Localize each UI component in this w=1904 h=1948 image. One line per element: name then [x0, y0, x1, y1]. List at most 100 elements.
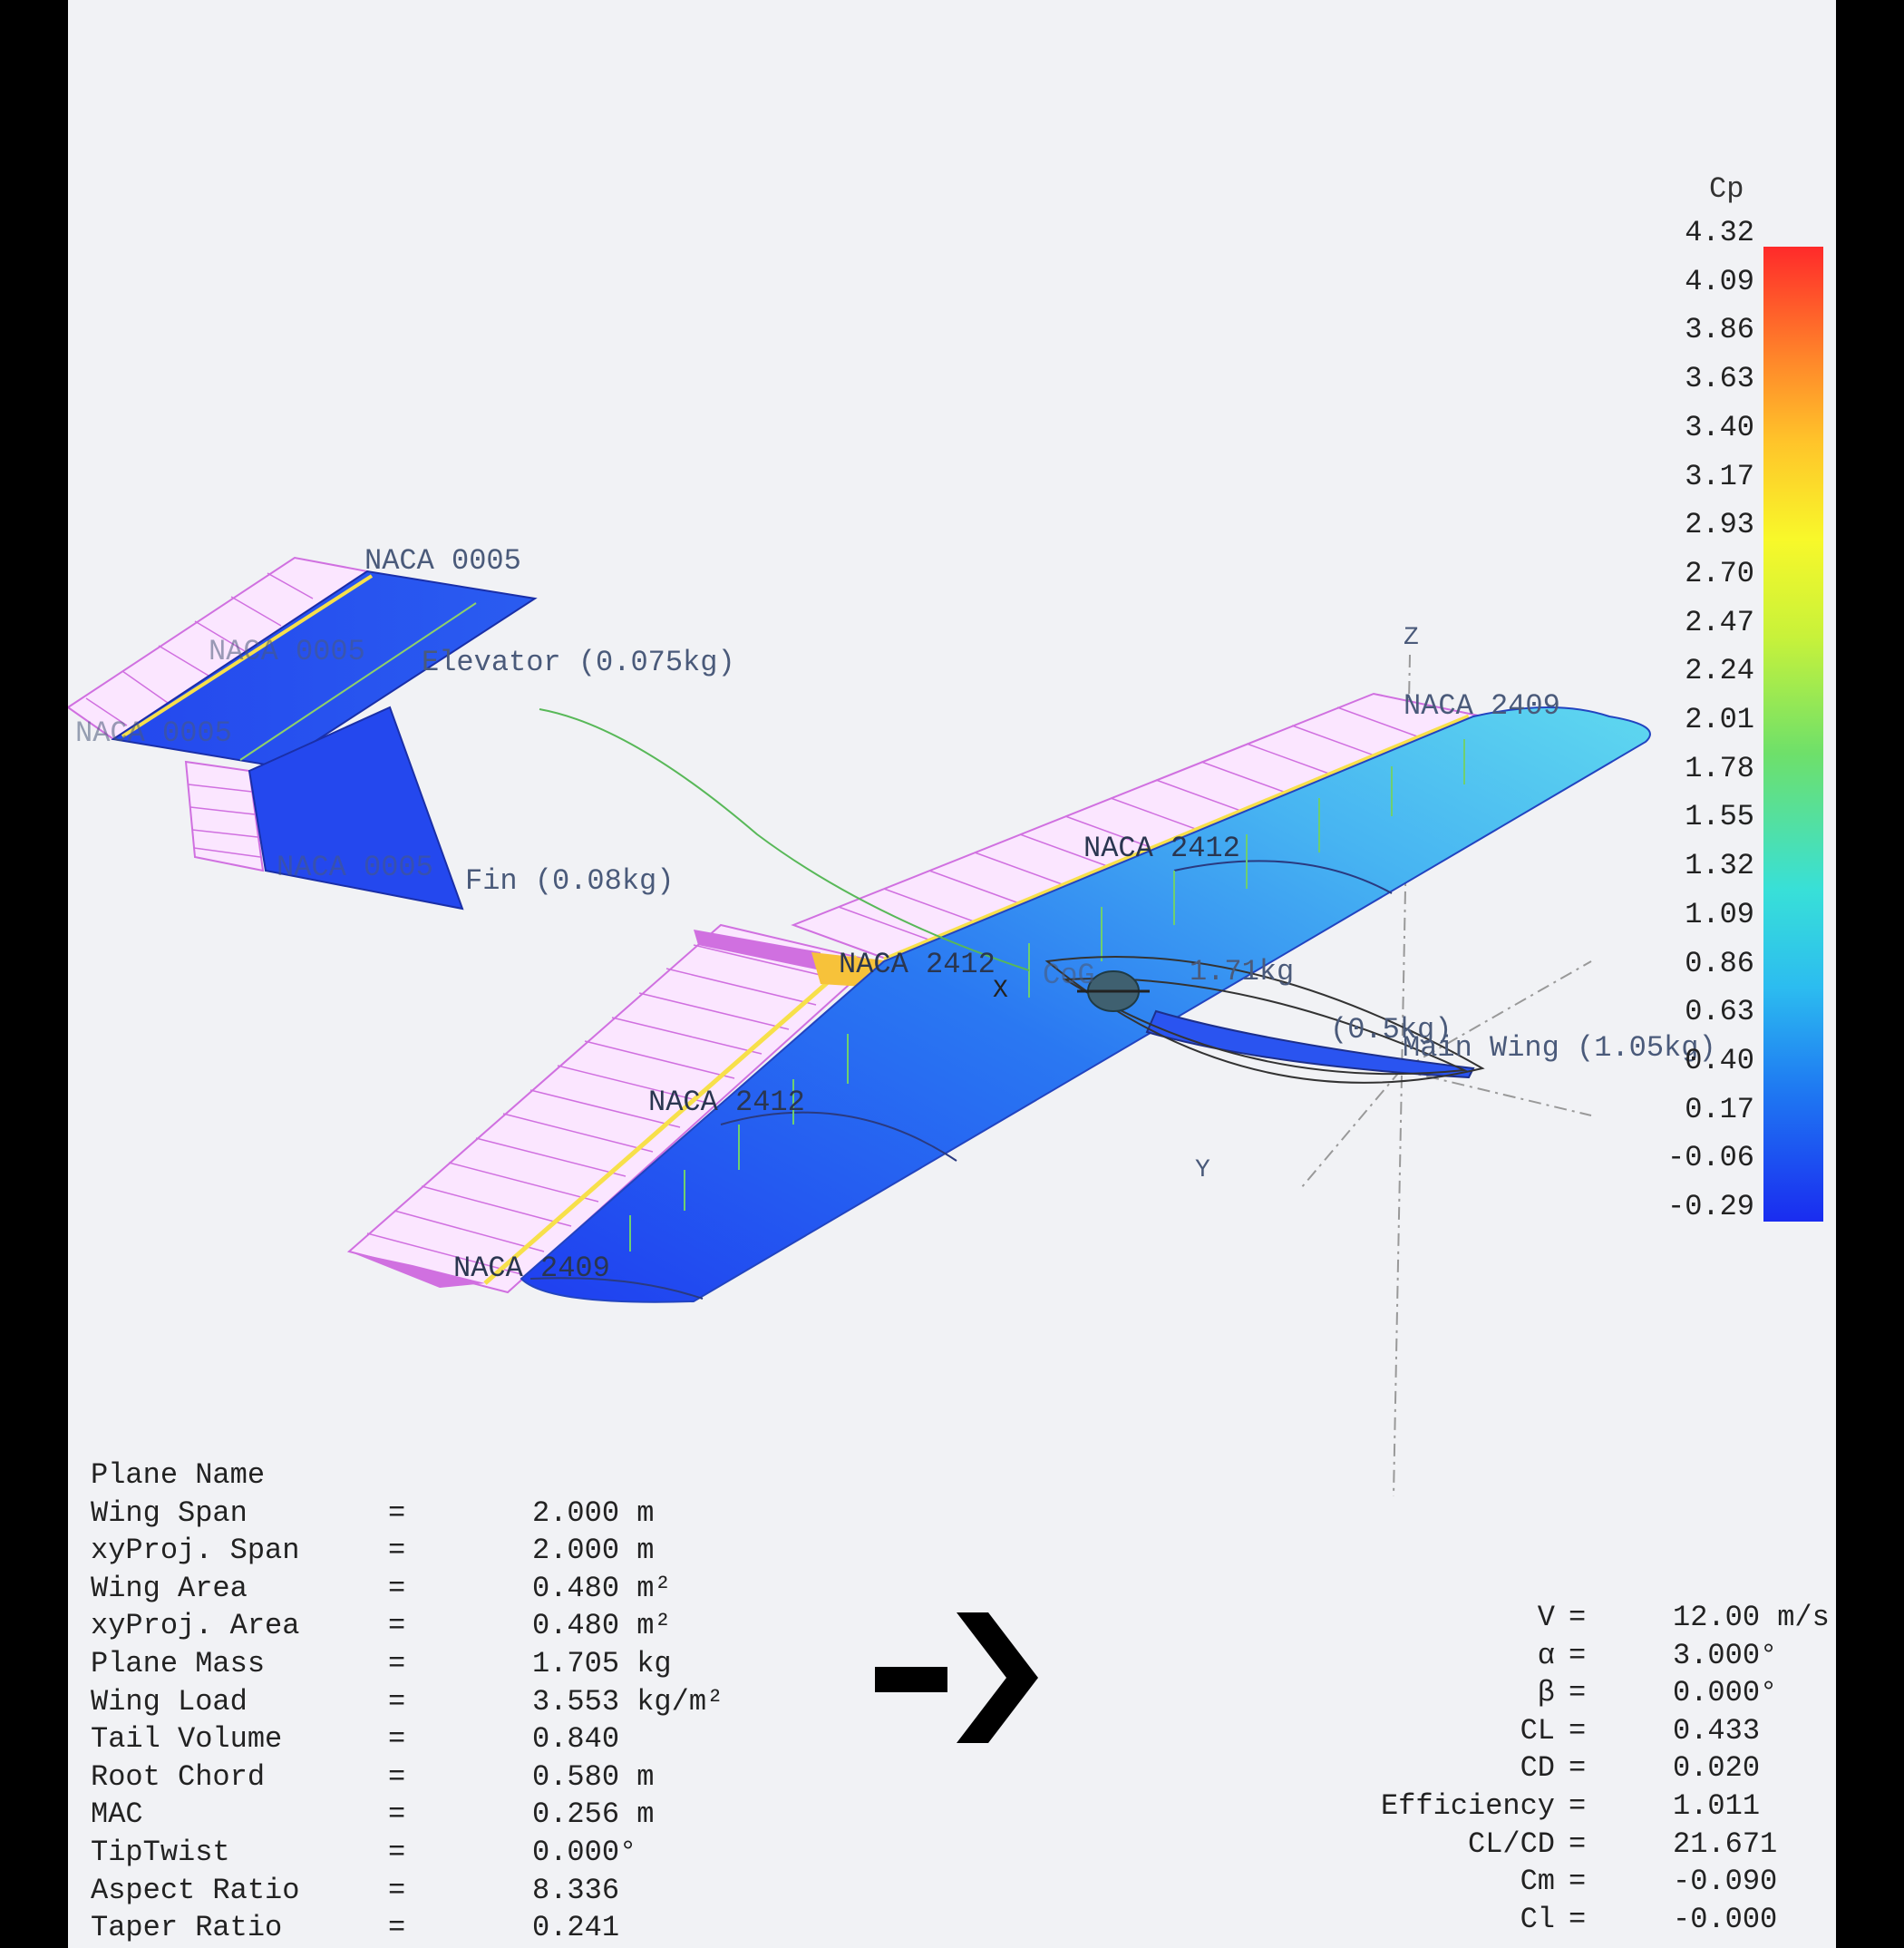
aero-key: CL: [1520, 1713, 1555, 1748]
chevron-right-arrow-icon[interactable]: [875, 1605, 1038, 1750]
cp-tick-label: -0.06: [1666, 1141, 1754, 1175]
3d-viewport[interactable]: NACA 0005 NACA 0005 Elevator (0.075kg) N…: [68, 0, 1836, 1948]
property-value: 0.580 m: [532, 1759, 655, 1794]
property-equals: =: [388, 1571, 406, 1605]
cp-tick-label: -0.29: [1666, 1190, 1754, 1223]
property-value: 0.241: [532, 1911, 620, 1945]
aero-key: CD: [1520, 1751, 1555, 1786]
property-key: xyProj. Span: [91, 1534, 300, 1568]
property-value: 8.336: [532, 1873, 620, 1907]
aero-key: α: [1537, 1638, 1555, 1672]
aero-key: Efficiency: [1380, 1789, 1555, 1823]
aero-value: 0.433: [1673, 1713, 1761, 1748]
aero-row: β = 0.000°: [1319, 1676, 1827, 1712]
cp-tick-label: 3.63: [1685, 362, 1754, 396]
aero-equals: =: [1569, 1789, 1587, 1823]
aero-key: Cm: [1520, 1865, 1555, 1899]
cp-tick-label: 2.01: [1685, 703, 1754, 736]
cp-tick-label: 0.86: [1685, 946, 1754, 980]
property-equals: =: [388, 1684, 406, 1719]
property-value: 0.480 m²: [532, 1609, 672, 1643]
cp-color-bar: [1763, 247, 1823, 1222]
label-naca-2412-left: NACA 2412: [648, 1086, 805, 1119]
property-equals: =: [388, 1797, 406, 1832]
aero-equals: =: [1569, 1676, 1587, 1710]
property-key: xyProj. Area: [91, 1609, 300, 1643]
aero-equals: =: [1569, 1865, 1587, 1899]
property-value: 2.000 m: [532, 1534, 655, 1568]
label-naca-2409-tip-right: NACA 2409: [1404, 689, 1560, 723]
cp-tick-label: 1.32: [1685, 849, 1754, 883]
property-value: 1.705 kg: [532, 1647, 672, 1680]
aero-key: β: [1537, 1676, 1555, 1710]
property-value: 0.840: [532, 1722, 620, 1757]
property-equals: =: [388, 1873, 406, 1907]
aero-equals: =: [1569, 1638, 1587, 1672]
aero-value: 3.000°: [1673, 1638, 1778, 1672]
property-equals: =: [388, 1759, 406, 1794]
label-naca-0005-mid: NACA 0005: [209, 635, 365, 668]
aero-value: 21.671: [1673, 1826, 1778, 1861]
property-equals: =: [388, 1911, 406, 1945]
property-key: Plane Name: [91, 1458, 266, 1492]
aero-row: CL/CD = 21.671: [1319, 1827, 1827, 1864]
label-axis-x: X: [993, 977, 1008, 1005]
cp-legend-title: Cp: [1709, 172, 1744, 206]
property-equals: =: [388, 1534, 406, 1568]
label-fin: Fin (0.08kg): [465, 864, 675, 898]
cp-tick-label: 4.32: [1685, 216, 1754, 249]
aero-key: CL/CD: [1467, 1826, 1555, 1861]
label-main-wing: Main Wing (1.05kg): [1403, 1031, 1716, 1065]
label-axis-y: Y: [1195, 1156, 1210, 1184]
property-key: Wing Span: [91, 1495, 248, 1530]
aero-value: 0.000°: [1673, 1676, 1778, 1710]
label-elevator: Elevator (0.075kg): [422, 646, 735, 679]
property-equals: =: [388, 1647, 406, 1680]
aero-row: Efficiency = 1.011: [1319, 1789, 1827, 1826]
aero-row: V = 12.00 m/s: [1319, 1601, 1830, 1637]
cp-tick-label: 1.55: [1685, 800, 1754, 834]
label-naca-0005-left: NACA 0005: [75, 716, 232, 750]
aero-equals: =: [1569, 1601, 1587, 1634]
aero-value: 0.020: [1673, 1751, 1761, 1786]
property-value: 2.000 m: [532, 1495, 655, 1530]
aero-key: Cl: [1520, 1902, 1555, 1936]
property-equals: =: [388, 1836, 406, 1869]
cp-tick-label: 0.63: [1685, 995, 1754, 1029]
property-key: MAC: [91, 1797, 143, 1832]
property-key: Wing Area: [91, 1571, 248, 1605]
property-key: Aspect Ratio: [91, 1873, 300, 1907]
aero-equals: =: [1569, 1713, 1587, 1748]
label-naca-2412-right: NACA 2412: [1083, 832, 1240, 865]
aero-row: Cm = -0.090: [1319, 1865, 1827, 1901]
property-value: 3.553 kg/m²: [532, 1684, 724, 1719]
property-equals: =: [388, 1722, 406, 1757]
cp-tick-label: 0.40: [1685, 1043, 1754, 1077]
label-cog: CoG: [1043, 959, 1095, 992]
property-key: Wing Load: [91, 1684, 248, 1719]
cp-tick-label: 0.17: [1685, 1092, 1754, 1126]
cp-tick-label: 2.70: [1685, 556, 1754, 590]
label-naca-2409-tip-left: NACA 2409: [453, 1252, 610, 1285]
cp-tick-label: 2.93: [1685, 508, 1754, 542]
property-key: Plane Mass: [91, 1647, 266, 1680]
cp-tick-label: 1.78: [1685, 751, 1754, 785]
property-key: Taper Ratio: [91, 1911, 283, 1945]
property-equals: =: [388, 1495, 406, 1530]
label-naca-0005-fin: NACA 0005: [277, 851, 433, 884]
aero-row: α = 3.000°: [1319, 1639, 1827, 1675]
aero-equals: =: [1569, 1902, 1587, 1936]
aero-row: CL = 0.433: [1319, 1714, 1827, 1750]
aero-equals: =: [1569, 1826, 1587, 1861]
aero-value: -0.000: [1673, 1902, 1778, 1936]
label-axis-z: Z: [1404, 624, 1419, 652]
aero-row: CD = 0.020: [1319, 1751, 1827, 1787]
cp-tick-label: 3.86: [1685, 313, 1754, 347]
property-value: 0.000°: [532, 1836, 637, 1869]
cp-tick-label: 2.47: [1685, 605, 1754, 639]
aero-key: V: [1537, 1601, 1555, 1634]
label-naca-2412-root: NACA 2412: [839, 948, 996, 981]
cp-tick-label: 3.17: [1685, 459, 1754, 493]
aero-row: Cl = -0.000: [1319, 1903, 1827, 1939]
cp-tick-label: 4.09: [1685, 264, 1754, 298]
